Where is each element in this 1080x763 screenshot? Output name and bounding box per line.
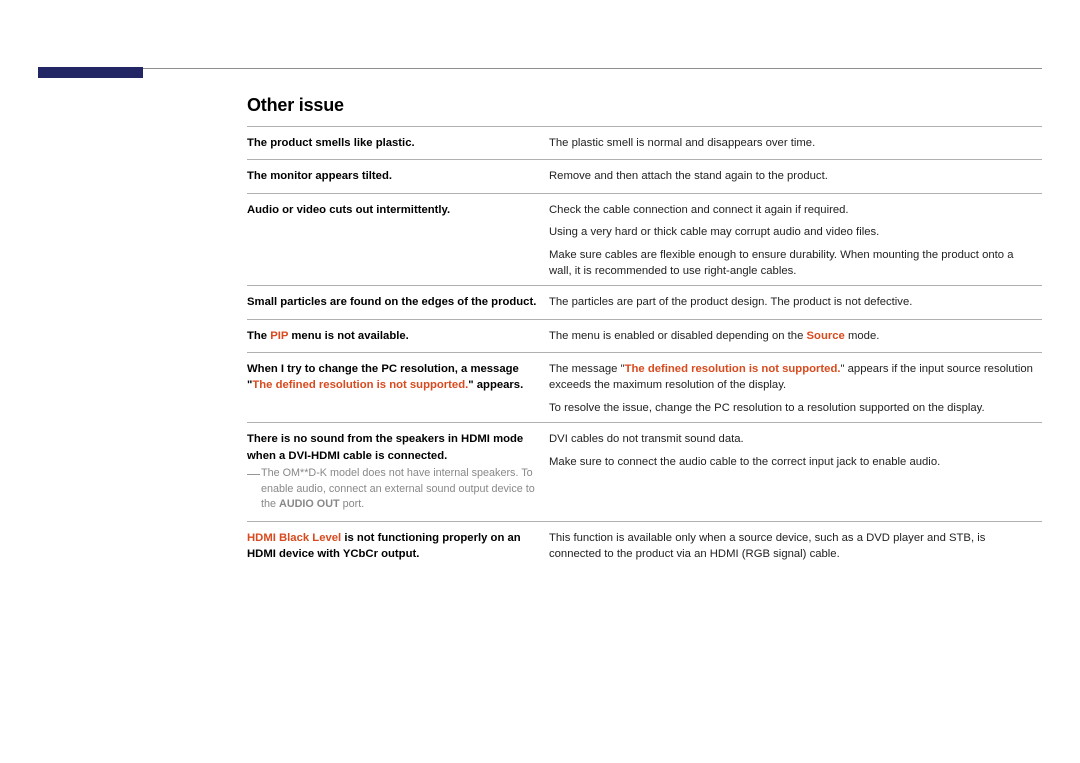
issue-description: Remove and then attach the stand again t… — [549, 160, 1042, 193]
dash-icon: ― — [247, 465, 260, 484]
text-run: Check the cable connection and connect i… — [549, 204, 849, 216]
issue-description: The menu is enabled or disabled dependin… — [549, 319, 1042, 352]
paragraph: Using a very hard or thick cable may cor… — [549, 224, 1036, 240]
issue-label: Small particles are found on the edges o… — [247, 286, 549, 319]
text-run: Audio or video cuts out intermittently. — [247, 204, 450, 216]
text-run: The product smells like plastic. — [247, 137, 415, 149]
text-run: The plastic smell is normal and disappea… — [549, 137, 815, 149]
issue-label: The PIP menu is not available. — [247, 319, 549, 352]
issue-label: Audio or video cuts out intermittently. — [247, 193, 549, 286]
text-run: menu is not available. — [288, 330, 409, 342]
issue-label: There is no sound from the speakers in H… — [247, 423, 549, 522]
issue-description: The particles are part of the product de… — [549, 286, 1042, 319]
text-run: The defined resolution is not supported. — [252, 379, 468, 391]
table-row: Audio or video cuts out intermittently. C… — [247, 193, 1042, 286]
header-accent-bar — [38, 67, 143, 78]
text-run: To resolve the issue, change the PC reso… — [549, 402, 985, 414]
issue-description: This function is available only when a s… — [549, 521, 1042, 570]
page: Other issue The product smells like plas… — [0, 0, 1080, 763]
table-row: There is no sound from the speakers in H… — [247, 423, 1042, 522]
paragraph: The plastic smell is normal and disappea… — [549, 135, 1036, 151]
text-run: The message " — [549, 363, 625, 375]
text-run: " appears. — [468, 379, 523, 391]
text-run: mode. — [845, 330, 880, 342]
issue-label: HDMI Black Level is not functioning prop… — [247, 521, 549, 570]
text-run: This function is available only when a s… — [549, 532, 985, 560]
paragraph: The message "The defined resolution is n… — [549, 361, 1036, 394]
text-run: Remove and then attach the stand again t… — [549, 170, 828, 182]
paragraph: To resolve the issue, change the PC reso… — [549, 400, 1036, 416]
paragraph: Check the cable connection and connect i… — [549, 202, 1036, 218]
issue-description: DVI cables do not transmit sound data. Ma… — [549, 423, 1042, 522]
paragraph: Remove and then attach the stand again t… — [549, 168, 1036, 184]
issue-description: The plastic smell is normal and disappea… — [549, 127, 1042, 160]
text-run: The particles are part of the product de… — [549, 296, 912, 308]
text-run: Make sure cables are flexible enough to … — [549, 249, 1014, 277]
text-run: Small particles are found on the edges o… — [247, 296, 536, 308]
text-run: Source — [807, 330, 845, 342]
paragraph: Make sure to connect the audio cable to … — [549, 454, 1036, 470]
table-row: HDMI Black Level is not functioning prop… — [247, 521, 1042, 570]
text-run: HDMI Black Level — [247, 532, 341, 544]
paragraph: The particles are part of the product de… — [549, 294, 1036, 310]
text-run: The monitor appears tilted. — [247, 170, 392, 182]
table-row: When I try to change the PC resolution, … — [247, 353, 1042, 423]
table-row: The product smells like plastic. The plas… — [247, 127, 1042, 160]
footnote: ―The OM**D-K model does not have interna… — [247, 466, 537, 513]
section-title: Other issue — [247, 95, 1042, 116]
issue-label: The product smells like plastic. — [247, 127, 549, 160]
issue-description: The message "The defined resolution is n… — [549, 353, 1042, 423]
paragraph: This function is available only when a s… — [549, 530, 1036, 563]
text-run: DVI cables do not transmit sound data. — [549, 433, 744, 445]
content-area: Other issue The product smells like plas… — [247, 95, 1042, 571]
issue-label: When I try to change the PC resolution, … — [247, 353, 549, 423]
text-run: The defined resolution is not supported. — [625, 363, 841, 375]
paragraph: Make sure cables are flexible enough to … — [549, 247, 1036, 280]
text-run: There is no sound from the speakers in H… — [247, 433, 523, 461]
text-run: The — [247, 330, 270, 342]
horizontal-rule — [38, 68, 1042, 69]
issue-label: The monitor appears tilted. — [247, 160, 549, 193]
table-row: The monitor appears tilted. Remove and th… — [247, 160, 1042, 193]
table-row: The PIP menu is not available.The menu i… — [247, 319, 1042, 352]
text-run: PIP — [270, 330, 288, 342]
issue-description: Check the cable connection and connect i… — [549, 193, 1042, 286]
paragraph: DVI cables do not transmit sound data. — [549, 431, 1036, 447]
text-run: The menu is enabled or disabled dependin… — [549, 330, 807, 342]
text-run: Using a very hard or thick cable may cor… — [549, 226, 879, 238]
text-run: Make sure to connect the audio cable to … — [549, 456, 940, 468]
paragraph: The menu is enabled or disabled dependin… — [549, 328, 1036, 344]
issue-table: The product smells like plastic. The plas… — [247, 126, 1042, 571]
table-row: Small particles are found on the edges o… — [247, 286, 1042, 319]
